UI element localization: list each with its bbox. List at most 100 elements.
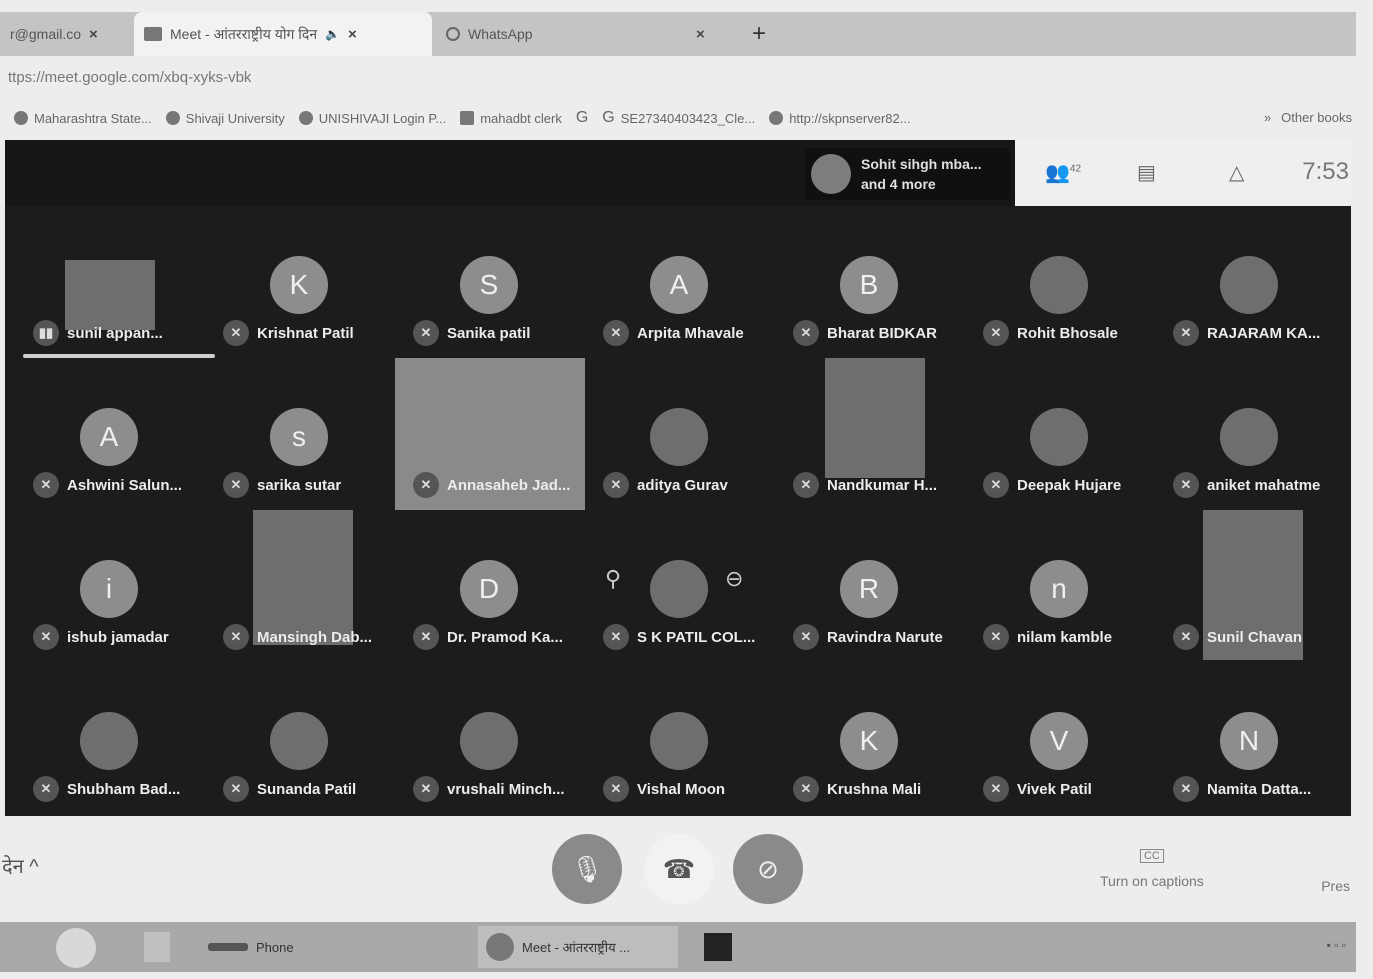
participant-tile[interactable]: A ✕ Ashwini Salun...	[15, 358, 205, 510]
end-call-icon[interactable]: ☎	[644, 834, 714, 904]
start-button[interactable]	[56, 928, 96, 968]
participant-name: ishub jamadar	[67, 628, 169, 646]
taskbar-phone[interactable]: Phone	[200, 926, 400, 968]
participant-tile[interactable]: ✕ Annasaheb Jad...	[395, 358, 585, 510]
bookmark-item[interactable]: mahadbt clerk	[460, 111, 562, 126]
participant-tile[interactable]: R ✕ Ravindra Narute	[775, 510, 965, 662]
participant-label: ✕ Nandkumar H...	[793, 472, 937, 498]
participant-tile[interactable]: ⚲ ⊖ ✕ S K PATIL COL...	[585, 510, 775, 662]
participant-label: ✕ Sunil Chavan	[1173, 624, 1302, 650]
avatar	[1030, 256, 1088, 314]
mic-off-icon: ✕	[413, 624, 439, 650]
participant-tile[interactable]: K ✕ Krishnat Patil	[205, 206, 395, 358]
address-bar[interactable]: ttps://meet.google.com/xbq-xyks-vbk	[0, 62, 1356, 92]
participant-tile[interactable]: ✕ Vishal Moon	[585, 662, 775, 814]
captions-icon: CC	[1139, 849, 1164, 863]
taskbar-app-icon[interactable]	[136, 926, 178, 968]
taskbar-chrome-meet[interactable]: Meet - आंतरराष्ट्रीय ...	[478, 926, 678, 968]
mic-off-icon: ✕	[603, 472, 629, 498]
tab-label: r@gmail.co	[10, 26, 82, 42]
present-now-button[interactable]: Pres	[1321, 878, 1350, 894]
mic-off-icon: ✕	[983, 776, 1009, 802]
participant-label: ▮▮ sunil appan...	[33, 320, 163, 346]
tab-whatsapp[interactable]: WhatsApp ×	[436, 12, 736, 56]
participant-name: sunil appan...	[67, 324, 163, 342]
bookmark-item[interactable]: http://skpnserver82...	[769, 111, 911, 126]
close-tab-icon[interactable]: ×	[696, 26, 705, 43]
university-icon	[165, 111, 180, 125]
bookmark-label: Shivaji University	[185, 110, 285, 126]
people-button[interactable]: 👥42	[1045, 160, 1081, 185]
participant-name: Vivek Patil	[1017, 780, 1092, 798]
avatar: K	[270, 256, 328, 314]
participant-tile[interactable]: V ✕ Vivek Patil	[965, 662, 1155, 814]
camera-off-icon[interactable]: ⊘	[733, 834, 803, 904]
mic-off-icon: ✕	[1173, 624, 1199, 650]
mic-off-icon: ✕	[33, 776, 59, 802]
avatar	[270, 712, 328, 770]
participant-label: ✕ Namita Datta...	[1173, 776, 1311, 802]
mic-off-icon[interactable]: 🎙	[552, 834, 622, 904]
participant-tile[interactable]: ✕ RAJARAM KA...	[1155, 206, 1345, 358]
mic-off-icon: ✕	[603, 776, 629, 802]
participant-tile[interactable]: ✕ aditya Gurav	[585, 358, 775, 510]
pin-icon[interactable]: ⚲	[605, 566, 621, 592]
participant-tile[interactable]: ✕ Mansingh Dab...	[205, 510, 395, 662]
bookmark-item[interactable]: UNISHIVAJI Login P...	[298, 111, 446, 126]
globe-icon	[298, 111, 313, 125]
bookmark-item[interactable]: G SE27340403423_Cle...	[602, 109, 755, 127]
close-tab-icon[interactable]: ×	[89, 26, 98, 43]
mic-off-icon: ✕	[603, 624, 629, 650]
participant-name: aditya Gurav	[637, 476, 728, 494]
captions-button[interactable]: CC Turn on captions	[1100, 846, 1204, 889]
participant-tile[interactable]: N ✕ Namita Datta...	[1155, 662, 1345, 814]
participant-label: ✕ aditya Gurav	[603, 472, 728, 498]
participant-tile[interactable]: s ✕ sarika sutar	[205, 358, 395, 510]
participant-name: sarika sutar	[257, 476, 342, 494]
participant-tile[interactable]: D ✕ Dr. Pramod Ka...	[395, 510, 585, 662]
bookmark-item[interactable]: Maharashtra State...	[14, 111, 152, 126]
participant-label: ✕ Bharat BIDKAR	[793, 320, 937, 346]
participant-tile[interactable]: ✕ aniket mahatme	[1155, 358, 1345, 510]
tab-gmail[interactable]: r@gmail.co ×	[0, 12, 130, 56]
tab-meet[interactable]: Meet - आंतरराष्ट्रीय योग दिन 🔈 ×	[134, 12, 432, 56]
bookmark-label: SE27340403423_Cle...	[620, 110, 756, 126]
chat-icon[interactable]: ▤	[1137, 160, 1156, 185]
participant-name: Arpita Mhavale	[637, 324, 744, 342]
more-bookmarks-icon[interactable]: »	[1264, 110, 1271, 125]
taskbar-label: Phone	[256, 939, 294, 955]
speaker-icon[interactable]: 🔈	[325, 27, 340, 41]
participant-tile[interactable]: ✕ Sunanda Patil	[205, 662, 395, 814]
participant-label: ✕ Ravindra Narute	[793, 624, 943, 650]
participant-tile[interactable]: ✕ Deepak Hujare	[965, 358, 1155, 510]
participant-tile[interactable]: K ✕ Krushna Mali	[775, 662, 965, 814]
media-player-icon[interactable]	[696, 926, 740, 968]
whatsapp-icon	[446, 27, 460, 41]
new-tab-button[interactable]: +	[752, 20, 766, 48]
close-tab-icon[interactable]: ×	[348, 26, 357, 43]
mic-off-icon: ✕	[793, 624, 819, 650]
chrome-icon	[486, 933, 514, 961]
participant-tile[interactable]: ▮▮ sunil appan...	[15, 206, 215, 358]
mic-off-icon: ✕	[983, 624, 1009, 650]
participant-tile[interactable]: B ✕ Bharat BIDKAR	[775, 206, 965, 358]
presenter-chip[interactable]: Sohit sihgh mba... and 4 more	[805, 148, 1010, 200]
bookmark-item[interactable]: G	[576, 109, 588, 127]
participant-name: Rohit Bhosale	[1017, 324, 1118, 342]
meeting-details-button[interactable]: देन ^	[2, 852, 39, 879]
remove-icon[interactable]: ⊖	[725, 566, 743, 592]
participant-count: 42	[1069, 163, 1082, 175]
participant-tile[interactable]: ✕ Rohit Bhosale	[965, 206, 1155, 358]
other-bookmarks-folder[interactable]: Other books	[1281, 110, 1352, 125]
participant-tile[interactable]: ✕ Sunil Chavan	[1155, 510, 1345, 662]
participant-tile[interactable]: ✕ Nandkumar H...	[775, 358, 965, 510]
activities-icon[interactable]: △	[1229, 160, 1244, 185]
bookmark-item[interactable]: Shivaji University	[165, 110, 285, 126]
participant-tile[interactable]: S ✕ Sanika patil	[395, 206, 585, 358]
participant-tile[interactable]: ✕ Shubham Bad...	[15, 662, 205, 814]
participant-tile[interactable]: A ✕ Arpita Mhavale	[585, 206, 775, 358]
participant-tile[interactable]: n ✕ nilam kamble	[965, 510, 1155, 662]
participant-tile[interactable]: i ✕ ishub jamadar	[15, 510, 205, 662]
participant-tile[interactable]: ✕ vrushali Minch...	[395, 662, 585, 814]
bookmark-label: mahadbt clerk	[480, 110, 562, 126]
